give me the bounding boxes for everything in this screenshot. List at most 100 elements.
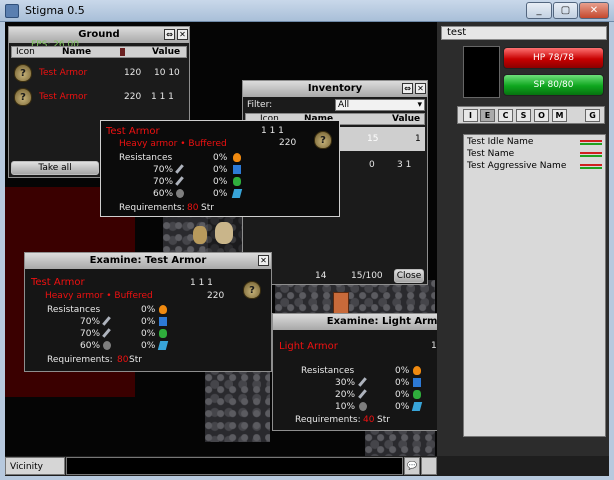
take-all-button[interactable]: Take all [11,161,99,175]
creature-sprite[interactable] [215,222,233,244]
pierce-icon [102,328,111,338]
filter-value: All [338,100,350,110]
res-value: 70% [153,177,174,187]
item-weight: 220 [124,92,142,102]
res-value: 0% [395,366,410,376]
item-name: Test Armor [31,277,85,288]
player-name: test [441,26,607,40]
stamina-bar [580,167,602,169]
tab-skills[interactable]: S [516,109,531,122]
res-value: 10% [335,402,356,412]
resistances-label: Resistances [301,366,355,376]
ground-row[interactable]: ? Test Armor 120 10 10 [11,62,187,86]
list-item[interactable]: Test Idle Name [467,137,533,147]
chat-input[interactable] [66,457,403,475]
filter-select[interactable]: All ▾ [335,99,425,111]
water-icon [159,317,167,326]
item-name: Test Armor [39,92,88,102]
requirements-label: Requirements: [295,415,361,425]
res-value: 20% [335,390,356,400]
list-item[interactable]: Test Aggressive Name [467,161,566,171]
res-value: 30% [335,378,356,388]
frame-right [609,22,614,480]
res-value: 70% [80,317,101,327]
minimize-button[interactable]: _ [526,2,552,19]
examine-test-armor-panel: Examine: Test Armor ✕ Test Armor 1 1 1 H… [24,252,272,372]
item-weight: 220 [207,291,225,301]
ground-options-button[interactable]: ⇔ [164,29,175,40]
bag-icon: ? [243,281,261,299]
crush-icon [103,341,111,350]
tab-equipment[interactable]: E [480,109,495,122]
inventory-close-button[interactable]: Close [394,269,424,283]
chat-scroll-button[interactable] [421,457,437,475]
res-value: 60% [153,189,174,199]
requirement-stat: Str [201,203,214,213]
res-value: 0% [213,189,228,199]
resistances-label: Resistances [47,305,101,315]
tooltip-price: 1 1 1 [261,126,284,136]
vicinity-tab[interactable]: Vicinity [5,457,65,475]
item-value: 1 1 1 [151,92,174,102]
res-value: 0% [141,329,156,339]
tab-options[interactable]: O [534,109,549,122]
ground-row[interactable]: ? Test Armor 220 1 1 1 [11,86,187,110]
water-icon [413,378,421,387]
item-tooltip: Test Armor 1 1 1 ? Heavy armor • Buffere… [100,120,340,217]
res-value: 70% [153,165,174,175]
vicinity-list: Test Idle Name Test Name Test Aggressive… [463,134,606,437]
examine1-title: Examine: Test Armor ✕ [25,253,271,269]
maximize-button[interactable]: ▢ [553,2,578,19]
frame-bottom [0,476,614,480]
item-value: 3 1 [397,160,412,170]
res-value: 0% [213,165,228,175]
list-item[interactable]: Test Name [467,149,514,159]
item-value: 10 10 [154,68,180,78]
chat-icon[interactable]: 💬 [404,457,420,475]
tooltip-tags: Heavy armor • Buffered [119,139,227,149]
water-icon [233,165,241,174]
bag-icon: ? [14,88,32,106]
sp-bar: SP 80/80 [503,74,604,96]
acid-icon [159,329,167,338]
bag-icon: ? [14,64,32,82]
requirements-label: Requirements: [47,355,113,365]
tab-map[interactable]: M [552,109,567,122]
item-weight: 120 [124,68,142,78]
blade-icon [102,316,111,326]
blade-icon [358,377,367,387]
res-value: 70% [80,329,101,339]
item-weight: 15 [367,134,379,144]
stamina-bar [580,155,602,157]
tab-inventory[interactable]: I [463,109,478,122]
inventory-close-x[interactable]: ✕ [415,83,426,94]
app-icon [5,4,19,18]
tab-character[interactable]: C [498,109,513,122]
examine1-close-button[interactable]: ✕ [258,255,269,266]
creature-sprite[interactable] [193,226,207,244]
ground-close-button[interactable]: ✕ [177,29,188,40]
examine2-title-text: Examine: Light Armor [326,316,450,327]
bag-icon: ? [314,131,332,149]
crush-icon [359,402,367,411]
inventory-capacity: 15/100 [351,271,383,281]
lightning-icon [157,341,169,350]
inventory-weight: 14 [315,271,327,281]
res-value: 60% [80,341,101,351]
col-value: Value [152,47,181,57]
health-bar [580,152,602,154]
tab-group[interactable]: G [585,109,600,122]
weight-icon [120,48,125,56]
health-bar [580,164,602,166]
chevron-down-icon: ▾ [417,100,422,110]
inventory-options-button[interactable]: ⇔ [402,83,413,94]
hp-bar: HP 78/78 [503,47,604,69]
tooltip-item-name: Test Armor [106,126,160,137]
item-name: Test Armor [39,68,88,78]
res-value: 0% [395,402,410,412]
col-name: Name [62,47,92,57]
close-window-button[interactable]: ✕ [579,2,609,19]
portrait[interactable] [463,46,500,98]
lightning-icon [411,402,423,411]
pierce-icon [358,389,367,399]
